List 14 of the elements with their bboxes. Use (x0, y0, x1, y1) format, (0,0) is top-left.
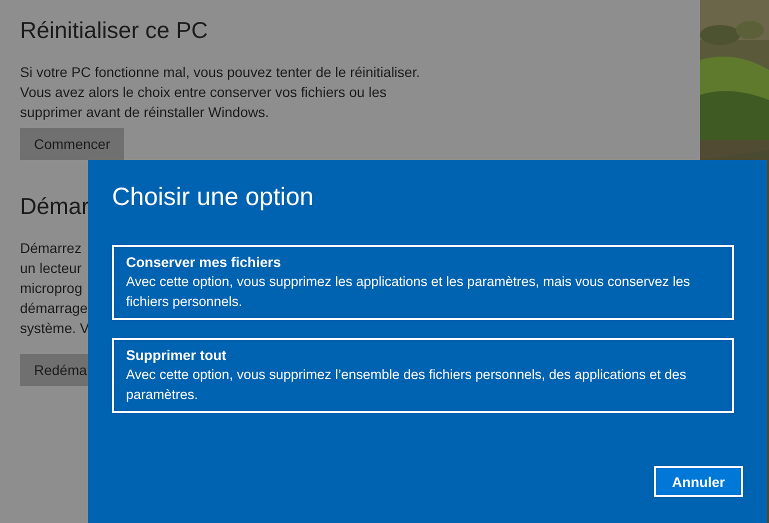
section-title: Démar (20, 192, 90, 221)
dialog-title: Choisir une option (112, 182, 315, 212)
option-button[interactable]: Conserver mes fichiers Avec cette option, vous supprimez les applications et les paramètres, mais vous conservez les fichiers personnels. (112, 245, 734, 320)
description-line: microprog (20, 279, 82, 298)
description-line: un lecteur (20, 259, 82, 278)
description-line: Démarrez (20, 239, 82, 258)
description-line: démarrage (20, 299, 88, 318)
section-title: Réinitialiser ce PC (20, 16, 208, 45)
description-line: Vous avez alors le choix entre conserver vos fichiers ou les (20, 83, 387, 102)
action-button[interactable]: Commencer (20, 128, 124, 160)
description-line: supprimer avant de réinstaller Windows. (20, 103, 269, 122)
cancel-button[interactable]: Annuler (654, 466, 743, 497)
description-line: Si votre PC fonctionne mal, vous pouvez tenter de le réinitialiser. (20, 63, 420, 82)
option-button[interactable]: Supprimer tout Avec cette option, vous supprimez l’ensemble des fichiers personnels, des applications et des paramètres. (112, 338, 734, 413)
